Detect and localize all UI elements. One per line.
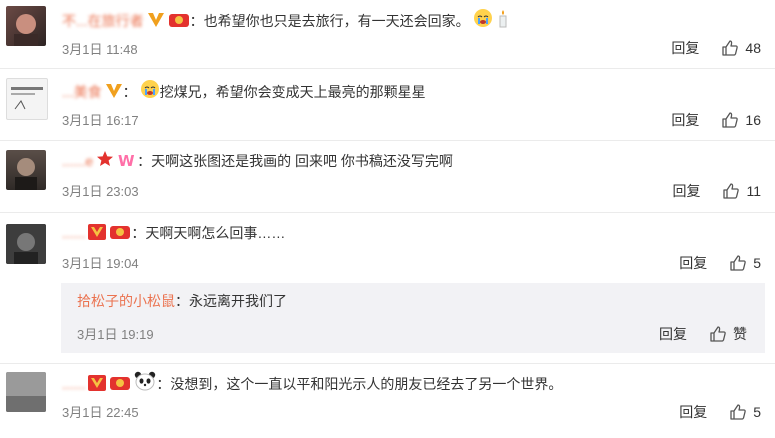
comment-time: 3月1日 11:48 xyxy=(62,42,138,57)
comment-text: 天啊这张图还是我画的 回来吧 你书稿还没写完啊 xyxy=(151,153,453,169)
username[interactable]: ...... xyxy=(62,376,85,392)
svg-text:W: W xyxy=(118,152,135,168)
like-label: 赞 xyxy=(733,326,747,342)
fans-badge-icon xyxy=(110,226,131,239)
reply-button[interactable]: 回复 xyxy=(671,110,699,130)
reply-text: 永远离开我们了 xyxy=(189,293,287,309)
like-button[interactable]: 赞 xyxy=(709,324,747,344)
comment-text: 挖煤兄，希望你会变成天上最亮的那颗星星 xyxy=(159,84,426,100)
comment-time: 3月1日 19:04 xyxy=(62,256,139,271)
like-count: 16 xyxy=(745,112,761,128)
thumbs-up-icon xyxy=(722,112,739,128)
crying-emoji-icon xyxy=(140,80,159,98)
vip-badge-icon xyxy=(88,224,107,240)
comment-time: 3月1日 23:03 xyxy=(62,184,139,199)
like-count: 5 xyxy=(753,404,761,420)
thumbs-up-icon xyxy=(730,404,746,420)
like-button[interactable]: 5 xyxy=(729,403,761,421)
divider xyxy=(0,140,775,141)
reply-button[interactable]: 回复 xyxy=(679,402,707,422)
like-button[interactable]: 5 xyxy=(729,254,761,272)
like-button[interactable]: 48 xyxy=(721,39,761,57)
like-button[interactable]: 16 xyxy=(721,111,761,129)
vip-badge-icon xyxy=(105,84,122,98)
comment-time: 3月1日 22:45 xyxy=(62,405,139,420)
avatar[interactable] xyxy=(6,78,48,120)
reply-button[interactable]: 回复 xyxy=(671,38,699,58)
thumbs-up-icon xyxy=(710,326,726,342)
thumbs-up-icon xyxy=(730,255,746,271)
like-count: 48 xyxy=(745,40,761,56)
reply-button[interactable]: 回复 xyxy=(679,253,707,273)
divider xyxy=(0,363,775,364)
crying-emoji-icon xyxy=(473,9,492,27)
like-count: 11 xyxy=(746,183,761,199)
username[interactable]: ...美食 xyxy=(62,84,102,100)
comment-text: 天啊天啊怎么回事…… xyxy=(145,225,286,241)
nested-reply: 拾松子的小松鼠：永远离开我们了 3月1日 19:19 回复 赞 xyxy=(61,283,765,353)
reply-time: 3月1日 19:19 xyxy=(77,327,154,342)
fans-badge-icon xyxy=(110,377,131,390)
reply-button[interactable]: 回复 xyxy=(659,324,687,344)
avatar[interactable] xyxy=(6,372,46,412)
fans-badge-icon xyxy=(168,14,189,27)
divider xyxy=(0,68,775,69)
vip-badge-icon xyxy=(88,375,107,391)
comment-text: 没想到，这个一直以平和阳光示人的朋友已经去了另一个世界。 xyxy=(170,376,563,392)
thumbs-up-icon xyxy=(722,40,739,56)
username[interactable]: ......e xyxy=(62,153,93,169)
comment-time: 3月1日 16:17 xyxy=(62,113,139,128)
avatar[interactable] xyxy=(6,150,46,190)
avatar[interactable] xyxy=(6,224,46,264)
panda-emoji-icon xyxy=(135,371,156,391)
divider xyxy=(0,212,775,213)
comment-text: 也希望你也只是去旅行，有一天还会回家。 xyxy=(203,13,470,29)
w-badge-icon: W xyxy=(118,152,135,168)
reply-button[interactable]: 回复 xyxy=(672,181,700,201)
avatar[interactable] xyxy=(6,6,46,46)
thumbs-up-icon xyxy=(723,183,740,199)
like-count: 5 xyxy=(753,255,761,271)
username[interactable]: ...... xyxy=(62,225,85,241)
vip-badge-icon xyxy=(147,13,164,27)
candle-emoji-icon xyxy=(499,10,507,28)
reply-username[interactable]: 拾松子的小松鼠 xyxy=(77,293,175,309)
username[interactable]: 不...在旅行者 xyxy=(62,13,144,29)
star-badge-icon xyxy=(97,151,114,166)
like-button[interactable]: 11 xyxy=(722,182,761,200)
